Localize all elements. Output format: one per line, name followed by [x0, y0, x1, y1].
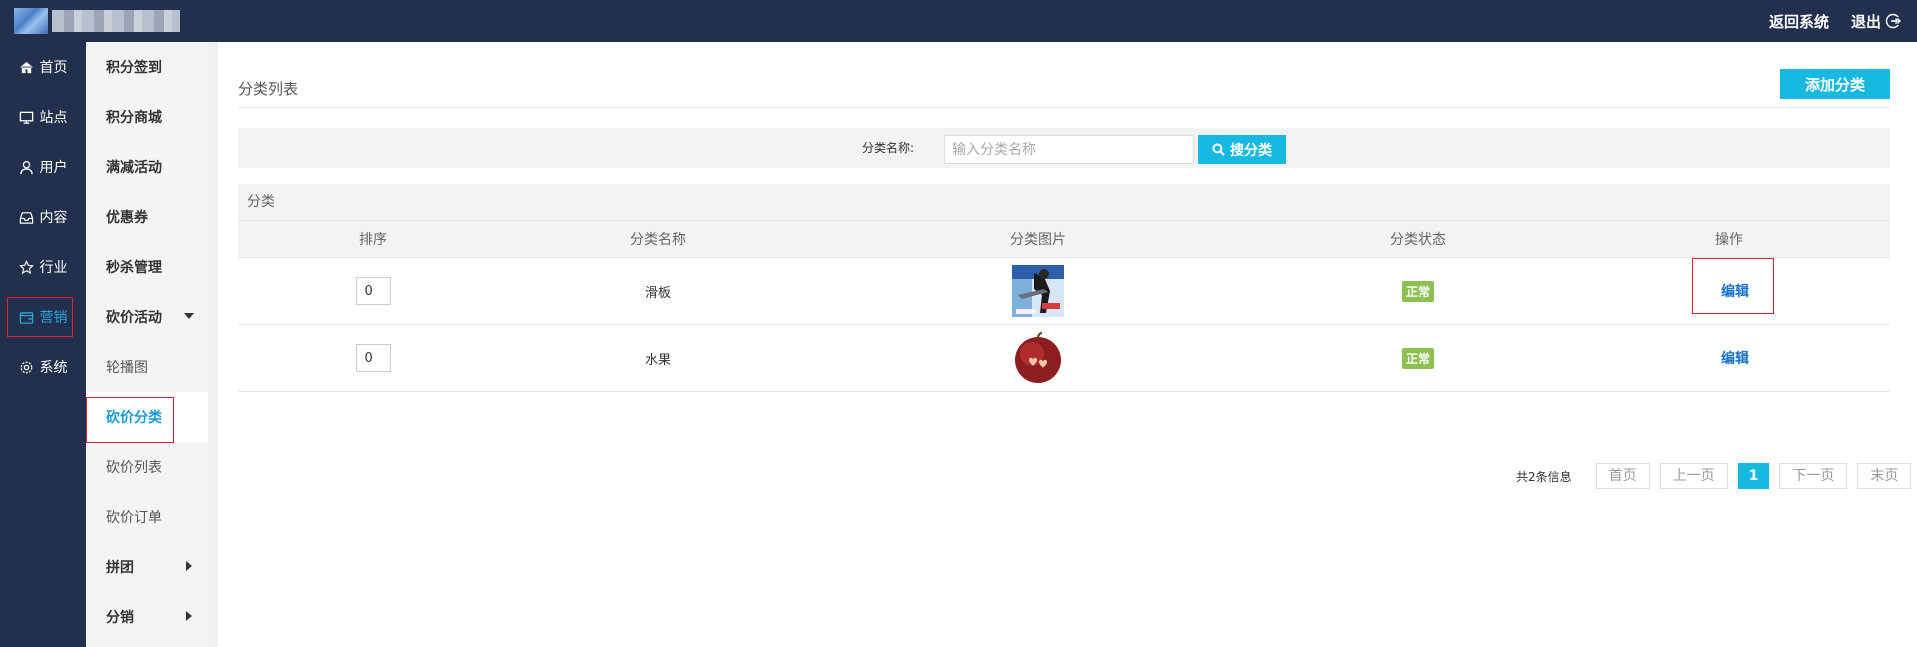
sidebar-item-label: 站点 — [39, 110, 68, 126]
logo-text-blurred — [52, 10, 180, 32]
sidebar-item-home[interactable]: 首页 — [0, 42, 86, 92]
subnav-item-label: 砍价列表 — [106, 460, 162, 476]
sidebar-item-label: 用户 — [39, 160, 68, 176]
page-title: 分类列表 — [238, 80, 299, 98]
category-name: 水果 — [644, 352, 671, 368]
sort-order-input[interactable] — [355, 344, 391, 372]
home-icon — [19, 61, 33, 73]
subnav-item-label: 拼团 — [106, 560, 134, 576]
logout-link[interactable]: 退出 — [1851, 11, 1901, 32]
main-sidebar: 首页 站点 用户 内容 行业 营销 系统 — [0, 42, 86, 647]
caret-right-icon — [186, 611, 192, 621]
column-header-status: 分类状态 — [1390, 232, 1446, 248]
edit-link[interactable]: 编辑 — [1721, 348, 1749, 368]
search-bar: 分类名称: 搜分类 — [238, 128, 1890, 168]
sidebar-item-content[interactable]: 内容 — [0, 192, 86, 242]
column-header-sort: 排序 — [359, 232, 387, 248]
sidebar-item-label: 行业 — [39, 260, 68, 276]
pagination-info: 共2条信息 — [1516, 469, 1572, 484]
sidebar-item-marketing[interactable]: 营销 — [0, 292, 86, 342]
subnav-item-label: 秒杀管理 — [106, 260, 162, 276]
subnav-item-bargain-list[interactable]: 砍价列表 — [86, 442, 208, 492]
user-icon — [19, 160, 33, 174]
subnav-item-bargain-orders[interactable]: 砍价订单 — [86, 492, 208, 542]
category-table: 分类 排序 分类名称 分类图片 分类状态 操作 滑板 — [238, 184, 1890, 392]
top-bar: 返回系统 退出 — [0, 0, 1917, 42]
pagination: 共2条信息 首页 上一页 1 下一页 末页 — [1516, 462, 1912, 490]
current-page-button[interactable]: 1 — [1737, 463, 1770, 489]
logout-icon — [1885, 13, 1901, 29]
first-page-button[interactable]: 首页 — [1595, 463, 1650, 489]
subnav-item-carousel[interactable]: 轮播图 — [86, 342, 208, 392]
add-category-button[interactable]: 添加分类 — [1780, 69, 1890, 99]
last-page-button[interactable]: 末页 — [1857, 463, 1912, 489]
sidebar-item-industry[interactable]: 行业 — [0, 242, 86, 292]
column-header-image: 分类图片 — [1010, 232, 1066, 248]
search-icon — [1212, 143, 1225, 156]
subnav-item-flash-sale[interactable]: 秒杀管理 — [86, 242, 208, 292]
subnav-item-discount-activity[interactable]: 满减活动 — [86, 142, 208, 192]
highlight-box — [86, 397, 174, 443]
subnav-item-distribution[interactable]: 分销 — [86, 592, 208, 642]
sidebar-item-user[interactable]: 用户 — [0, 142, 86, 192]
divider — [238, 107, 1890, 108]
caret-down-icon — [184, 313, 194, 319]
table-header: 排序 分类名称 分类图片 分类状态 操作 — [238, 221, 1890, 258]
subnav-item-group-buy[interactable]: 拼团 — [86, 542, 208, 592]
highlight-box — [7, 297, 73, 337]
logo — [14, 8, 184, 34]
sub-sidebar: 积分签到 积分商城 满减活动 优惠券 秒杀管理 砍价活动 轮播图 砍价分类 砍价… — [86, 42, 208, 647]
logout-label: 退出 — [1850, 12, 1881, 31]
subnav-item-label: 砍价订单 — [106, 510, 162, 526]
apple-thumb — [1012, 332, 1064, 384]
caret-right-icon — [186, 561, 192, 571]
monitor-icon — [19, 111, 33, 124]
table-row: 水果 正常 编辑 — [238, 325, 1890, 392]
subnav-item-coupons[interactable]: 优惠券 — [86, 192, 208, 242]
table-row: 滑板 正常 编辑 — [238, 258, 1890, 325]
sort-order-input[interactable] — [355, 277, 391, 305]
subnav-item-label: 砍价活动 — [106, 310, 162, 326]
prev-page-button[interactable]: 上一页 — [1659, 463, 1728, 489]
category-name-input[interactable] — [944, 135, 1194, 164]
star-icon — [18, 259, 34, 274]
subnav-item-bargain-activity[interactable]: 砍价活动 — [86, 292, 208, 342]
category-name: 滑板 — [644, 285, 671, 301]
content-gutter — [208, 42, 218, 647]
subnav-item-label: 满减活动 — [106, 160, 162, 176]
search-button[interactable]: 搜分类 — [1198, 135, 1286, 164]
sidebar-item-site[interactable]: 站点 — [0, 92, 86, 142]
status-badge: 正常 — [1401, 347, 1434, 369]
subnav-item-label: 轮播图 — [106, 360, 148, 376]
subnav-item-label: 积分商城 — [106, 110, 162, 126]
subnav-item-label: 积分签到 — [106, 60, 162, 76]
back-to-system-link[interactable]: 返回系统 — [1769, 11, 1829, 32]
main-panel: 分类列表 添加分类 分类名称: 搜分类 分类 排序 分类名称 分类图片 分类状态… — [218, 42, 1917, 647]
gear-icon — [20, 361, 32, 373]
table-caption: 分类 — [238, 184, 1890, 221]
column-header-action: 操作 — [1715, 232, 1743, 248]
subnav-item-points-mall[interactable]: 积分商城 — [86, 92, 208, 142]
highlight-box — [1692, 258, 1774, 314]
subnav-item-bargain-category[interactable]: 砍价分类 — [86, 392, 208, 443]
search-button-label: 搜分类 — [1230, 142, 1272, 159]
subnav-item-label: 分销 — [106, 610, 134, 626]
sidebar-item-label: 首页 — [39, 60, 68, 76]
sidebar-item-label: 系统 — [39, 360, 68, 376]
skateboard-thumb — [1012, 265, 1064, 317]
sidebar-item-label: 内容 — [39, 210, 68, 226]
inbox-icon — [19, 211, 33, 224]
subnav-item-label: 优惠券 — [106, 210, 148, 226]
status-badge: 正常 — [1401, 280, 1434, 302]
sidebar-item-system[interactable]: 系统 — [0, 342, 86, 392]
search-label: 分类名称: — [862, 141, 915, 155]
logo-mark — [14, 8, 48, 34]
next-page-button[interactable]: 下一页 — [1779, 463, 1848, 489]
subnav-item-points-checkin[interactable]: 积分签到 — [86, 42, 208, 92]
column-header-name: 分类名称 — [630, 232, 686, 248]
